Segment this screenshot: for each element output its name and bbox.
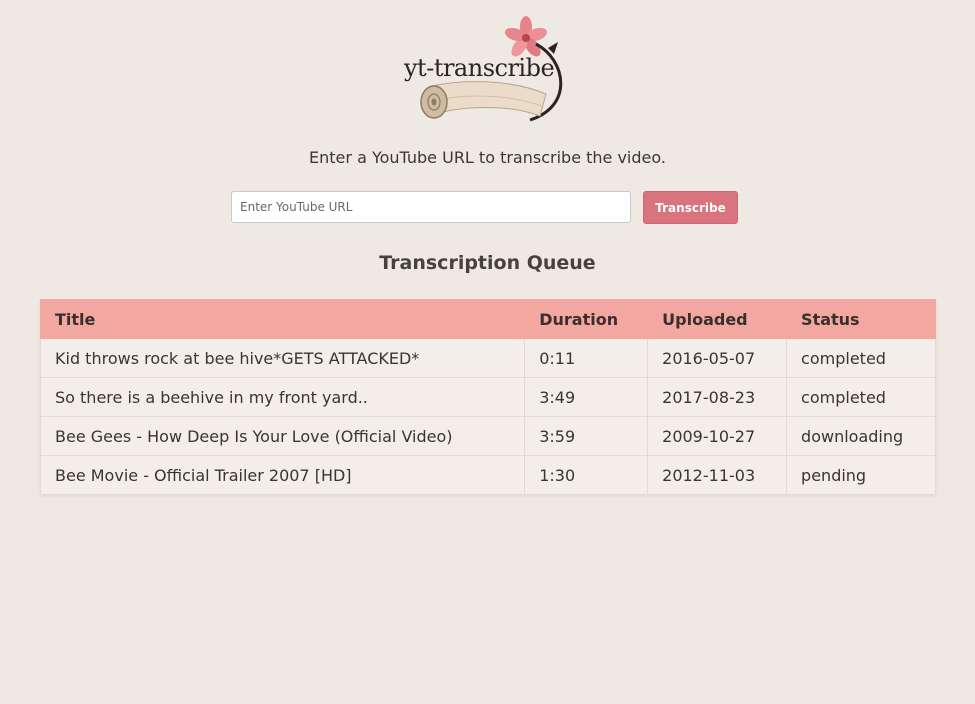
queue-title: Transcription Queue	[379, 252, 596, 274]
cell-uploaded: 2016-05-07	[647, 338, 788, 378]
youtube-url-input[interactable]	[231, 191, 631, 223]
table-header-row: Title Duration Uploaded Status	[39, 299, 936, 339]
cell-duration: 3:49	[524, 377, 649, 417]
table-row: Bee Movie - Official Trailer 2007 [HD] 1…	[39, 455, 936, 495]
cell-title: Bee Movie - Official Trailer 2007 [HD]	[39, 455, 526, 495]
cell-status: downloading	[786, 416, 936, 456]
table-row: So there is a beehive in my front yard..…	[39, 377, 936, 417]
cell-status: completed	[786, 338, 936, 378]
transcribe-button[interactable]: Transcribe	[643, 191, 738, 224]
table-row: Bee Gees - How Deep Is Your Love (Offici…	[39, 416, 936, 456]
logo-text: yt-transcribe	[404, 54, 555, 82]
column-header-status: Status	[786, 299, 936, 339]
cell-title: So there is a beehive in my front yard..	[39, 377, 526, 417]
cell-title: Kid throws rock at bee hive*GETS ATTACKE…	[39, 338, 526, 378]
cell-duration: 0:11	[524, 338, 649, 378]
column-header-title: Title	[39, 299, 526, 339]
app-logo: yt-transcribe	[398, 8, 578, 132]
cell-uploaded: 2017-08-23	[647, 377, 788, 417]
cell-duration: 3:59	[524, 416, 649, 456]
table-row: Kid throws rock at bee hive*GETS ATTACKE…	[39, 338, 936, 378]
cell-uploaded: 2009-10-27	[647, 416, 788, 456]
column-header-uploaded: Uploaded	[647, 299, 788, 339]
cell-status: completed	[786, 377, 936, 417]
cell-title: Bee Gees - How Deep Is Your Love (Offici…	[39, 416, 526, 456]
intro-text: Enter a YouTube URL to transcribe the vi…	[309, 148, 666, 167]
cell-status: pending	[786, 455, 936, 495]
column-header-duration: Duration	[524, 299, 649, 339]
cell-uploaded: 2012-11-03	[647, 455, 788, 495]
transcription-queue-table: Title Duration Uploaded Status Kid throw…	[39, 299, 936, 495]
cell-duration: 1:30	[524, 455, 649, 495]
